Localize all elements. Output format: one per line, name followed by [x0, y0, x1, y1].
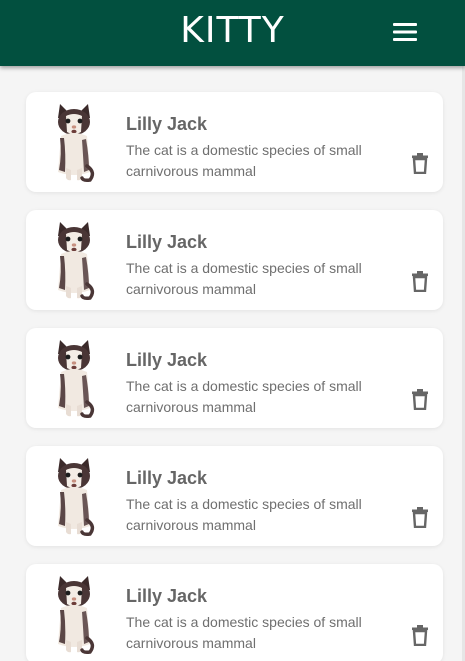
cat-name: Lilly Jack	[126, 232, 208, 252]
trash-icon	[412, 389, 428, 410]
trash-icon	[412, 271, 428, 292]
cat-card[interactable]: Lilly Jack The cat is a domestic species…	[26, 328, 443, 428]
cat-description: The cat is a domestic species of small c…	[126, 142, 362, 179]
cat-photo	[58, 340, 95, 418]
trash-icon	[412, 507, 428, 528]
cat-photo	[58, 576, 95, 654]
menu-button[interactable]	[390, 20, 420, 44]
delete-button[interactable]	[411, 270, 429, 292]
app-bar: KITTY	[0, 0, 465, 66]
cat-photo	[58, 458, 95, 536]
cat-name: Lilly Jack	[126, 468, 208, 488]
delete-button[interactable]	[411, 624, 429, 646]
cat-photo	[58, 104, 95, 182]
cat-photo	[58, 222, 95, 300]
cat-card[interactable]: Lilly Jack The cat is a domestic species…	[26, 564, 443, 661]
cat-description: The cat is a domestic species of small c…	[126, 614, 362, 651]
cat-description: The cat is a domestic species of small c…	[126, 496, 362, 533]
trash-icon	[412, 625, 428, 646]
cat-description: The cat is a domestic species of small c…	[126, 260, 362, 297]
delete-button[interactable]	[411, 152, 429, 174]
cat-name: Lilly Jack	[126, 114, 208, 134]
delete-button[interactable]	[411, 506, 429, 528]
delete-button[interactable]	[411, 388, 429, 410]
cat-card[interactable]: Lilly Jack The cat is a domestic species…	[26, 446, 443, 546]
cat-card[interactable]: Lilly Jack The cat is a domestic species…	[26, 210, 443, 310]
trash-icon	[412, 153, 428, 174]
cat-list[interactable]: Lilly Jack The cat is a domestic species…	[0, 66, 465, 661]
cat-description: The cat is a domestic species of small c…	[126, 378, 362, 415]
cat-name: Lilly Jack	[126, 350, 208, 370]
cat-name: Lilly Jack	[126, 586, 208, 606]
cat-card[interactable]: Lilly Jack The cat is a domestic species…	[26, 92, 443, 192]
hamburger-menu-icon	[393, 23, 417, 41]
